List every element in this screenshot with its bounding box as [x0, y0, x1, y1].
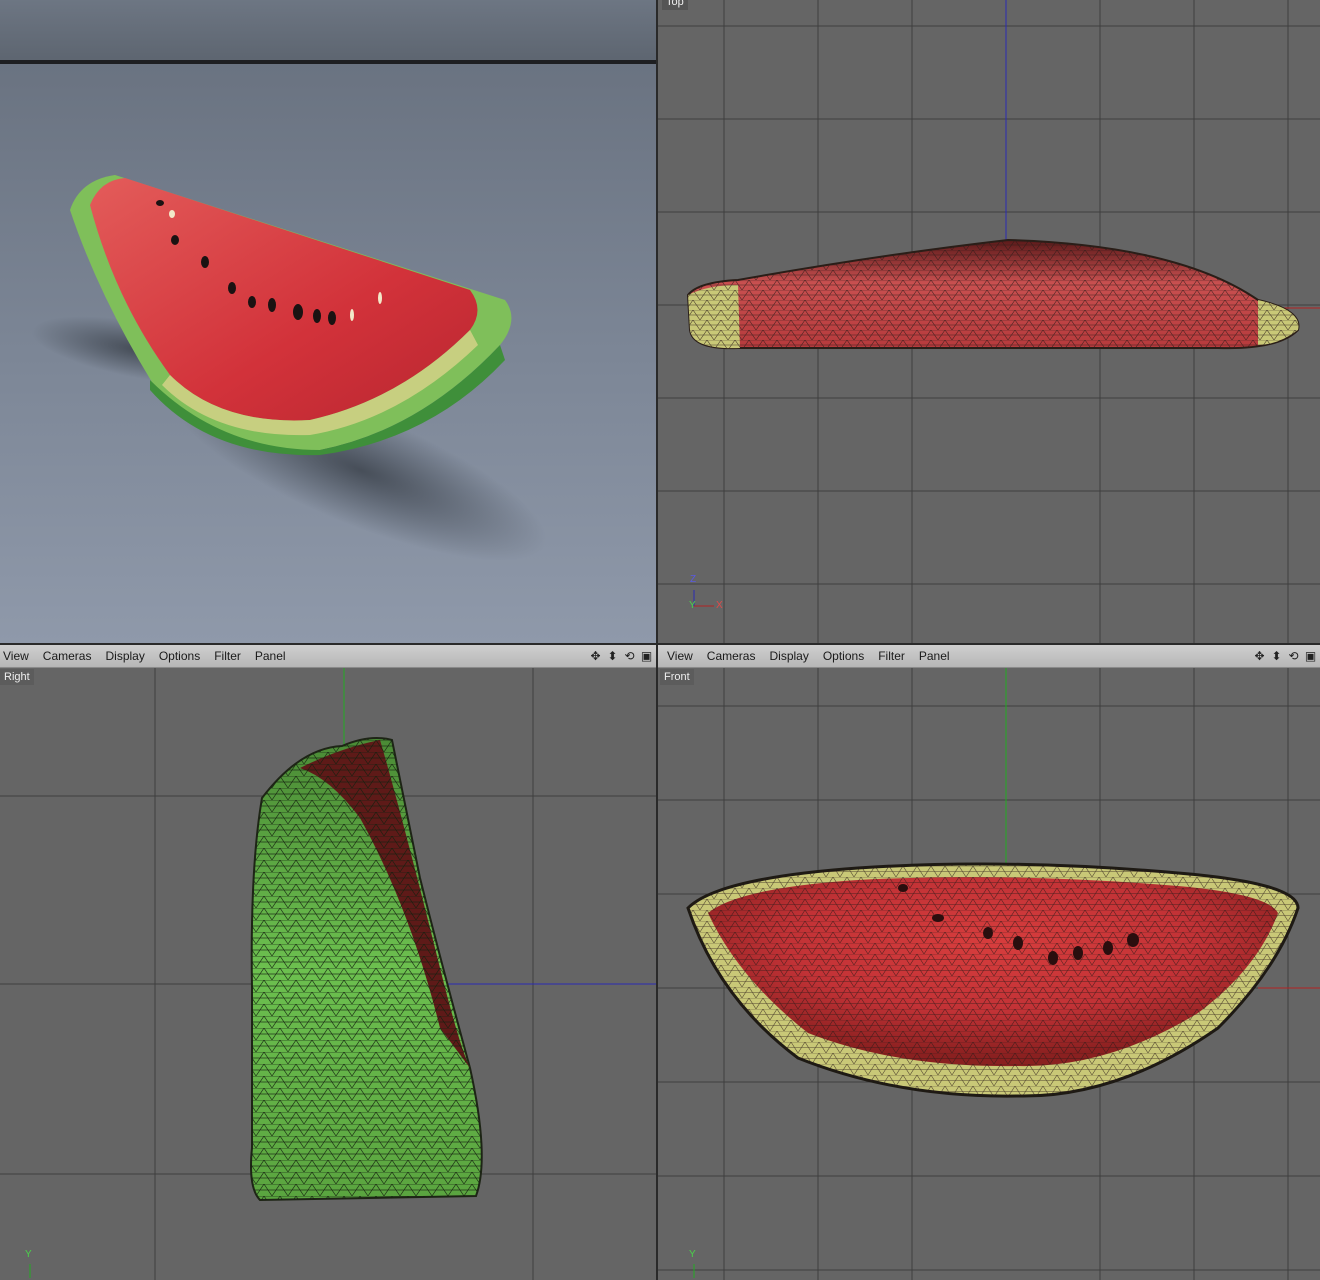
front-viewport[interactable]: View Cameras Display Options Filter Pane…	[658, 645, 1320, 1280]
top-viewport[interactable]: Top Z Y X	[658, 0, 1320, 643]
menu-cameras[interactable]: Cameras	[700, 649, 763, 663]
menu-view[interactable]: View	[658, 649, 700, 663]
viewport-menubar: View Cameras Display Options Filter Pane…	[0, 645, 656, 668]
menu-panel[interactable]: Panel	[248, 649, 293, 663]
perspective-viewport[interactable]	[0, 0, 656, 643]
zoom-view-icon[interactable]: ⬍	[605, 648, 620, 663]
viewport-label-right: Right	[0, 669, 34, 685]
menu-filter[interactable]: Filter	[207, 649, 248, 663]
menu-display[interactable]: Display	[98, 649, 151, 663]
menu-cameras[interactable]: Cameras	[36, 649, 99, 663]
right-viewport[interactable]: View Cameras Display Options Filter Pane…	[0, 645, 656, 1280]
toggle-layout-icon[interactable]: ▣	[1303, 648, 1318, 663]
menu-display[interactable]: Display	[762, 649, 815, 663]
viewport-menubar: View Cameras Display Options Filter Pane…	[658, 645, 1320, 668]
axis-label-z: Z	[690, 574, 697, 585]
menu-panel[interactable]: Panel	[912, 649, 957, 663]
axis-label-y: Y	[689, 1249, 696, 1260]
top-grid	[658, 0, 1320, 643]
front-grid	[658, 668, 1320, 1280]
viewport-label-front: Front	[660, 669, 694, 685]
menu-view[interactable]: View	[0, 649, 36, 663]
viewport-divider-horizontal[interactable]	[0, 643, 1320, 645]
move-view-icon[interactable]: ✥	[1252, 648, 1267, 663]
menu-options[interactable]: Options	[152, 649, 207, 663]
viewport-label-top: Top	[662, 0, 688, 10]
viewport-divider-vertical[interactable]	[656, 0, 658, 1280]
menu-options[interactable]: Options	[816, 649, 871, 663]
right-grid	[0, 668, 656, 1280]
perspective-render	[0, 0, 656, 643]
rotate-view-icon[interactable]: ⟲	[1286, 648, 1301, 663]
menu-filter[interactable]: Filter	[871, 649, 912, 663]
axis-label-y: Y	[689, 600, 696, 611]
rotate-view-icon[interactable]: ⟲	[622, 648, 637, 663]
axis-gizmo	[693, 590, 714, 607]
move-view-icon[interactable]: ✥	[588, 648, 603, 663]
axis-label-x: X	[716, 600, 723, 611]
axis-label-y: Y	[25, 1249, 32, 1260]
toggle-layout-icon[interactable]: ▣	[639, 648, 654, 663]
zoom-view-icon[interactable]: ⬍	[1269, 648, 1284, 663]
